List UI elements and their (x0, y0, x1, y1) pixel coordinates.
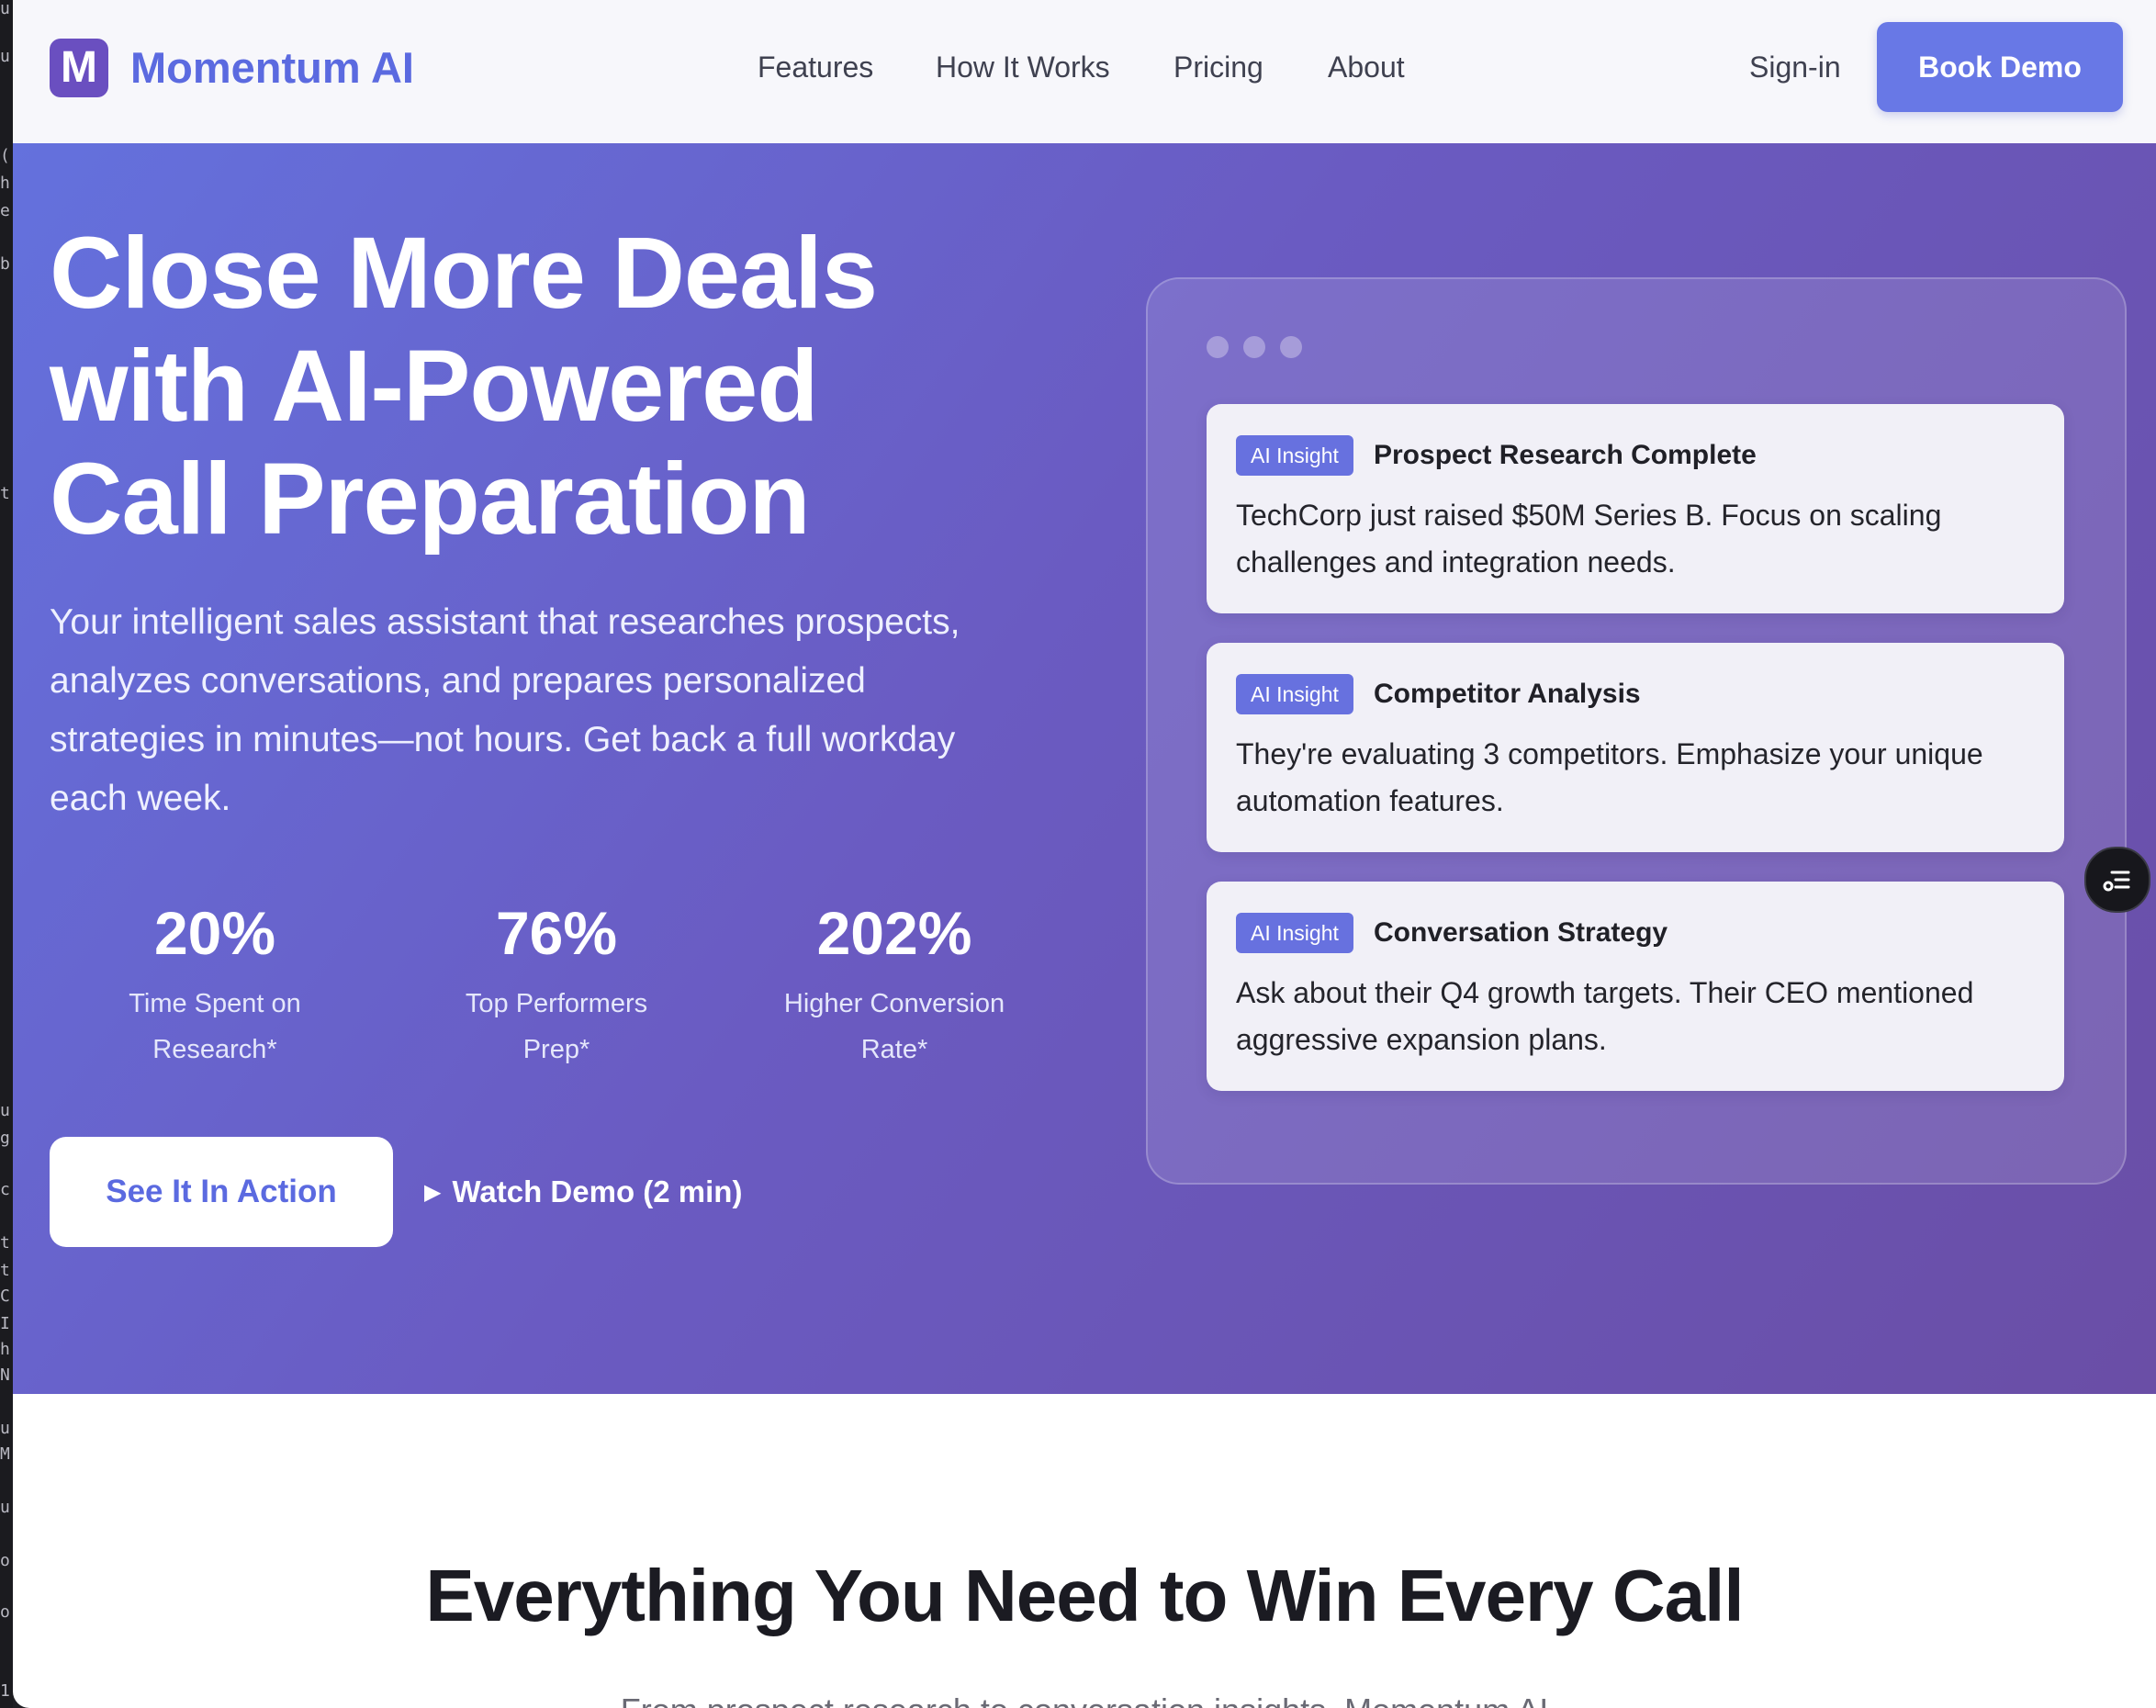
stat-label-line: Research* (152, 1035, 277, 1064)
see-it-in-action-button[interactable]: See It In Action (50, 1137, 393, 1247)
terminal-char: u (0, 1498, 10, 1517)
nav-link-how-it-works[interactable]: How It Works (936, 44, 1110, 90)
stat-label: Higher Conversion Rate* (738, 981, 1050, 1073)
features-heading: Everything You Need to Win Every Call (425, 1555, 1744, 1636)
window-dot-icon (1243, 336, 1265, 358)
stat-label-line: Prep* (522, 1035, 590, 1064)
hero-title: Close More Deals with AI-Powered Call Pr… (50, 217, 1060, 556)
insight-card-body: They're evaluating 3 competitors. Emphas… (1236, 737, 1983, 817)
browser-page: M Momentum AI Features How It Works Pric… (13, 0, 2156, 1708)
stat-value: 20% (153, 899, 276, 967)
insight-card-title: Conversation Strategy (1374, 917, 1668, 948)
watch-demo-link[interactable]: ▶ Watch Demo (2 min) (424, 1164, 742, 1219)
window-dot-icon (1207, 336, 1229, 358)
watch-demo-label: Watch Demo (2 min) (452, 1174, 743, 1208)
terminal-char: o (0, 1551, 10, 1570)
stat-label-line: Time Spent on (129, 989, 301, 1018)
stat-conversion-rate: 202% Higher Conversion Rate* (738, 896, 1050, 1073)
play-icon: ▶ (424, 1180, 442, 1205)
sign-in-link[interactable]: Sign-in (1749, 44, 1841, 90)
terminal-char: ( (0, 146, 10, 165)
background-terminal-edge: u u ( h e b t u g c t t C I h N u M u o … (0, 0, 13, 1708)
brand-name[interactable]: Momentum AI (130, 40, 414, 96)
terminal-char: g (0, 1129, 10, 1148)
stat-label-line: Higher Conversion (783, 989, 1005, 1018)
insight-card: AI Insight Prospect Research Complete Te… (1207, 404, 2064, 613)
ai-insight-badge: AI Insight (1236, 674, 1353, 714)
nav-link-features[interactable]: Features (758, 44, 873, 90)
insight-card: AI Insight Conversation Strategy Ask abo… (1207, 882, 2064, 1091)
hero-subtitle: Your intelligent sales assistant that re… (50, 602, 960, 818)
window-dot-icon (1280, 336, 1302, 358)
terminal-char: c (0, 1180, 10, 1199)
terminal-char: u (0, 1419, 10, 1438)
terminal-char: b (0, 254, 10, 274)
terminal-char: h (0, 174, 10, 193)
stat-label: Top Performers Prep* (410, 981, 703, 1073)
terminal-char: t (0, 1233, 10, 1253)
terminal-char: I (0, 1314, 10, 1333)
terminal-char: C (0, 1287, 10, 1306)
stat-label-line: Top Performers (465, 989, 648, 1018)
nav-link-about[interactable]: About (1328, 44, 1405, 90)
ai-insight-badge: AI Insight (1236, 913, 1353, 953)
terminal-char: t (0, 484, 10, 503)
terminal-char: 1 (0, 1681, 10, 1701)
stat-label: Time Spent on Research* (68, 981, 362, 1073)
insight-card-body: Ask about their Q4 growth targets. Their… (1236, 976, 1974, 1056)
terminal-char: u (0, 47, 10, 66)
insight-card: AI Insight Competitor Analysis They're e… (1207, 643, 2064, 852)
nav-link-pricing[interactable]: Pricing (1173, 44, 1263, 90)
stat-value: 202% (816, 899, 972, 967)
ai-insight-badge: AI Insight (1236, 435, 1353, 476)
terminal-char: e (0, 201, 10, 220)
hero-title-line: Close More Deals (50, 217, 878, 330)
hero-title-line: Call Preparation (50, 443, 811, 556)
features-subtitle: From prospect research to conversation i… (13, 1688, 2156, 1708)
hero-section: Close More Deals with AI-Powered Call Pr… (13, 143, 2156, 1394)
terminal-char: o (0, 1602, 10, 1622)
terminal-char: M (0, 1444, 10, 1464)
book-demo-button[interactable]: Book Demo (1877, 22, 2123, 112)
stat-value: 76% (495, 899, 618, 967)
top-navigation: M Momentum AI Features How It Works Pric… (13, 0, 2156, 143)
insight-preview-window: AI Insight Prospect Research Complete Te… (1146, 277, 2127, 1185)
insight-card-title: Competitor Analysis (1374, 679, 1641, 709)
insight-card-title: Prospect Research Complete (1374, 440, 1757, 470)
stat-time-spent: 20% Time Spent on Research* (68, 896, 362, 1073)
list-menu-icon (2103, 871, 2130, 892)
hero-title-line: with AI-Powered (50, 330, 819, 443)
stat-top-performers: 76% Top Performers Prep* (410, 896, 703, 1073)
terminal-char: u (0, 0, 10, 18)
terminal-char: u (0, 1101, 10, 1120)
terminal-char: h (0, 1340, 10, 1359)
insight-card-body: TechCorp just raised $50M Series B. Focu… (1236, 499, 1942, 579)
floating-list-button[interactable] (2084, 847, 2150, 913)
stat-label-line: Rate* (860, 1035, 928, 1064)
terminal-char: t (0, 1261, 10, 1280)
logo-icon[interactable]: M (50, 39, 108, 97)
terminal-char: N (0, 1365, 10, 1385)
